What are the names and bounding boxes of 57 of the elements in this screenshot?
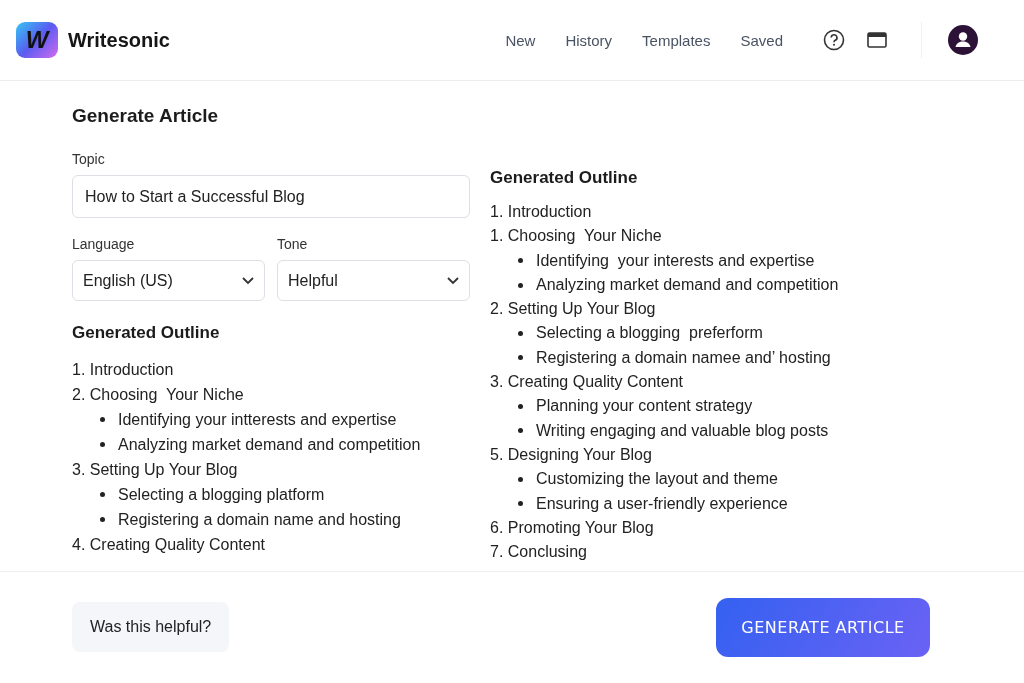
field-label: Topic bbox=[72, 151, 105, 167]
nav-link[interactable]: History bbox=[565, 31, 613, 49]
outline-subitem: Customizing the layout and theme bbox=[536, 469, 778, 490]
field-label: Tone bbox=[277, 236, 308, 252]
section-title: Generated Outline bbox=[490, 168, 639, 188]
field-label: Language bbox=[72, 236, 135, 252]
topic-field[interactable]: How to Start a Successful Blog bbox=[72, 175, 470, 218]
generate-button[interactable]: GENERATE ARTICLE bbox=[716, 597, 930, 657]
section-title: Generated Outline bbox=[72, 323, 221, 343]
chevron-down-icon bbox=[242, 276, 254, 285]
bullet-icon bbox=[518, 355, 523, 361]
outline-subitem: Writing engaging and valuable blog posts bbox=[536, 420, 829, 441]
outline-item: 1. Choosing Your Niche bbox=[490, 226, 663, 247]
bullet-icon bbox=[100, 417, 105, 422]
bullet-icon bbox=[100, 517, 105, 522]
outline-item: 1. Introduction bbox=[72, 360, 175, 380]
bullet-icon bbox=[518, 258, 523, 264]
outline-item: 2. Choosing Your Niche bbox=[72, 385, 245, 405]
bullet-icon bbox=[100, 442, 105, 447]
outline-subitem: Analyzing market demand and competition bbox=[536, 274, 839, 295]
bullet-icon bbox=[518, 501, 523, 507]
outline-item: 2. Setting Up Your Blog bbox=[490, 299, 657, 320]
outline-subitem: Identifying your interests and expertise bbox=[536, 250, 815, 271]
language-dropdown[interactable]: English (US) bbox=[72, 260, 265, 301]
outline-item: 5. Designing Your Blog bbox=[490, 444, 653, 465]
outline-subitem: Selecting a blogging preferform bbox=[536, 323, 763, 344]
outline-subitem: Registering a domain namee and’ hosting bbox=[536, 347, 831, 368]
tone-dropdown[interactable]: Helpful bbox=[277, 260, 470, 301]
outline-item: 1. Introduction bbox=[490, 202, 593, 222]
outline-item: 7. Conclusing bbox=[490, 542, 588, 563]
help-icon[interactable] bbox=[823, 29, 845, 51]
nav-link[interactable]: New bbox=[505, 31, 536, 49]
page-title: Generate Article bbox=[72, 105, 220, 127]
outline-subitem: Registering a domain name and hosting bbox=[118, 510, 401, 530]
outline-subitem: Ensuring a user-friendly experience bbox=[536, 493, 788, 514]
bullet-icon bbox=[518, 282, 523, 288]
bullet-icon bbox=[518, 476, 523, 482]
outline-item: 6. Promoting Your Blog bbox=[490, 517, 655, 538]
brand-logo[interactable]: W bbox=[16, 22, 58, 58]
bullet-icon bbox=[518, 428, 523, 434]
outline-item: 3. Creating Quality Content bbox=[490, 372, 684, 393]
mail-icon[interactable] bbox=[867, 32, 887, 48]
outline-subitem: Selecting a blogging platform bbox=[118, 485, 325, 505]
avatar-icon[interactable] bbox=[948, 25, 978, 55]
nav-link[interactable]: Saved bbox=[740, 31, 783, 49]
outline-item: 3. Setting Up Your Blog bbox=[72, 460, 239, 480]
outline-subitem: Analyzing market demand and competition bbox=[118, 435, 421, 455]
nav-link[interactable]: Templates bbox=[642, 31, 711, 49]
brand-name: Writesonic bbox=[68, 28, 170, 52]
chevron-down-icon bbox=[447, 276, 459, 285]
bullet-icon bbox=[100, 492, 105, 497]
feedback-prompt[interactable]: Was this helpful? bbox=[72, 602, 230, 652]
bullet-icon bbox=[518, 331, 523, 337]
outline-item: 4. Creating Quality Content bbox=[72, 535, 266, 555]
outline-subitem: Planning your content strategy bbox=[536, 396, 753, 417]
bullet-icon bbox=[518, 404, 523, 409]
outline-subitem: Identifying your intterests and expertise bbox=[118, 410, 397, 430]
